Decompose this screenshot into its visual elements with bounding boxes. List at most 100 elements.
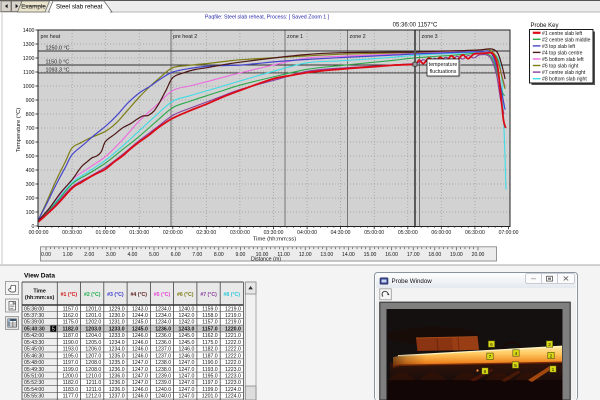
svg-text:1: 1 [552, 367, 555, 373]
svg-text:02:30:00: 02:30:00 [196, 230, 216, 236]
svg-text:05:36:00: 05:36:00 [24, 306, 44, 312]
svg-text:6.00: 6.00 [171, 252, 181, 258]
svg-text:12.00: 12.00 [299, 252, 312, 258]
svg-text:#5 (°C): #5 (°C) [154, 292, 171, 298]
svg-text:zone 3: zone 3 [422, 34, 438, 40]
svg-text:1247.0: 1247.0 [132, 367, 148, 373]
svg-text:1200: 1200 [23, 56, 35, 62]
svg-text:05:55:30: 05:55:30 [24, 394, 44, 400]
svg-text:1195.0: 1195.0 [63, 353, 79, 359]
svg-text:03:30:00: 03:30:00 [264, 230, 284, 236]
svg-text:Example: Example [21, 4, 46, 11]
svg-text:1221.0: 1221.0 [225, 333, 241, 339]
svg-text:View Data: View Data [24, 273, 55, 280]
svg-text:1233.0: 1233.0 [109, 327, 125, 333]
svg-text:1000: 1000 [23, 84, 35, 90]
svg-text:1208.0: 1208.0 [85, 360, 101, 366]
svg-text:1246.0: 1246.0 [132, 340, 148, 346]
svg-text:18.00: 18.00 [428, 252, 441, 258]
svg-text:Steel slab reheat: Steel slab reheat [56, 4, 103, 11]
svg-text:1158.0: 1158.0 [202, 313, 218, 319]
svg-text:1236.0: 1236.0 [109, 367, 125, 373]
svg-text:1237.0: 1237.0 [155, 353, 171, 359]
svg-text:#7 (°C): #7 (°C) [200, 292, 217, 298]
svg-text:16.00: 16.00 [385, 252, 398, 258]
svg-text:300: 300 [26, 182, 35, 188]
svg-text:Probe Window: Probe Window [392, 278, 433, 285]
svg-text:#7 centre slab right: #7 centre slab right [542, 70, 586, 76]
svg-text:2: 2 [550, 353, 553, 359]
svg-text:Temperature (°C): Temperature (°C) [16, 108, 22, 153]
svg-text:1243.0: 1243.0 [132, 306, 148, 312]
svg-text:400: 400 [26, 168, 35, 174]
svg-text:1162.0: 1162.0 [202, 333, 218, 339]
svg-text:1236.0: 1236.0 [155, 340, 171, 346]
svg-text:temperature: temperature [429, 62, 458, 68]
svg-text:17.00: 17.00 [407, 252, 420, 258]
svg-text:pre heat: pre heat [41, 34, 61, 40]
svg-text:1243.0: 1243.0 [179, 327, 195, 333]
svg-text:Time: Time [33, 289, 45, 295]
svg-text:05:37:30: 05:37:30 [24, 313, 44, 319]
svg-text:#2 centre slab middle: #2 centre slab middle [542, 37, 591, 43]
svg-text:100: 100 [26, 210, 35, 216]
svg-text:zone 1: zone 1 [287, 34, 303, 40]
svg-text:1246.0: 1246.0 [179, 353, 195, 359]
svg-text:1242.0: 1242.0 [179, 313, 195, 319]
svg-text:05:46:30: 05:46:30 [24, 353, 44, 359]
svg-text:1245.0: 1245.0 [179, 333, 195, 339]
svg-text:01:30:00: 01:30:00 [129, 230, 149, 236]
svg-text:1199.0: 1199.0 [202, 387, 218, 393]
svg-text:1200.0: 1200.0 [62, 374, 78, 380]
svg-text:05:43:30: 05:43:30 [24, 340, 44, 346]
svg-text:05:39:00: 05:39:00 [24, 320, 44, 326]
svg-text:700: 700 [26, 126, 35, 132]
svg-text:6: 6 [490, 342, 493, 348]
svg-text:1175.0: 1175.0 [63, 320, 79, 326]
svg-text:1224.0: 1224.0 [225, 387, 241, 393]
svg-text:1183.0: 1183.0 [63, 387, 79, 393]
svg-text:05:52:30: 05:52:30 [24, 380, 44, 386]
svg-text:1237.0: 1237.0 [109, 394, 125, 400]
svg-text:1211.0: 1211.0 [86, 387, 102, 393]
svg-text:1177.0: 1177.0 [63, 394, 79, 400]
svg-text:#3 (°C): #3 (°C) [107, 292, 124, 298]
svg-text:04:00:00: 04:00:00 [297, 230, 317, 236]
svg-text:1201.0: 1201.0 [85, 313, 101, 319]
svg-text:05:54:00: 05:54:00 [24, 387, 44, 393]
svg-text:1193.0: 1193.0 [202, 367, 218, 373]
svg-text:05:45:00: 05:45:00 [24, 347, 44, 353]
svg-text:14.00: 14.00 [342, 252, 355, 258]
svg-text:1244.0: 1244.0 [132, 313, 148, 319]
svg-text:1222.0: 1222.0 [225, 360, 241, 366]
svg-text:1247.0: 1247.0 [179, 380, 195, 386]
svg-text:500: 500 [26, 154, 35, 160]
svg-text:1238.0: 1238.0 [155, 367, 171, 373]
svg-text:20.00: 20.00 [472, 252, 485, 258]
svg-text:1162.0: 1162.0 [63, 313, 79, 319]
svg-text:1236.0: 1236.0 [155, 327, 171, 333]
svg-text:1219.0: 1219.0 [225, 320, 241, 326]
svg-text:1202.0: 1202.0 [85, 320, 101, 326]
svg-text:800: 800 [26, 112, 35, 118]
svg-text:3: 3 [548, 342, 551, 348]
svg-text:1201.0: 1201.0 [85, 306, 101, 312]
svg-text:05:30:00: 05:30:00 [398, 230, 418, 236]
svg-text:1210.0: 1210.0 [85, 374, 101, 380]
svg-text:1247.0: 1247.0 [179, 387, 195, 393]
svg-text:1234.0: 1234.0 [155, 306, 171, 312]
svg-text:Time (hh:mm:ss): Time (hh:mm:ss) [253, 237, 296, 243]
svg-text:1236.0: 1236.0 [109, 374, 125, 380]
svg-text:1150.0 °C: 1150.0 °C [46, 59, 70, 65]
svg-text:1246.0: 1246.0 [132, 394, 148, 400]
svg-text:zone 2: zone 2 [350, 34, 366, 40]
svg-text:1250.0 °C: 1250.0 °C [46, 45, 70, 51]
svg-text:1234.0: 1234.0 [155, 320, 171, 326]
svg-text:03:00:00: 03:00:00 [230, 230, 250, 236]
svg-text:900: 900 [26, 98, 35, 104]
svg-text:#1 centre slab left: #1 centre slab left [542, 31, 583, 37]
svg-text:07:00:00: 07:00:00 [499, 230, 519, 236]
svg-text:1238.0: 1238.0 [155, 360, 171, 366]
svg-text:06:30:00: 06:30:00 [465, 230, 485, 236]
svg-text:1199.0: 1199.0 [63, 367, 79, 373]
